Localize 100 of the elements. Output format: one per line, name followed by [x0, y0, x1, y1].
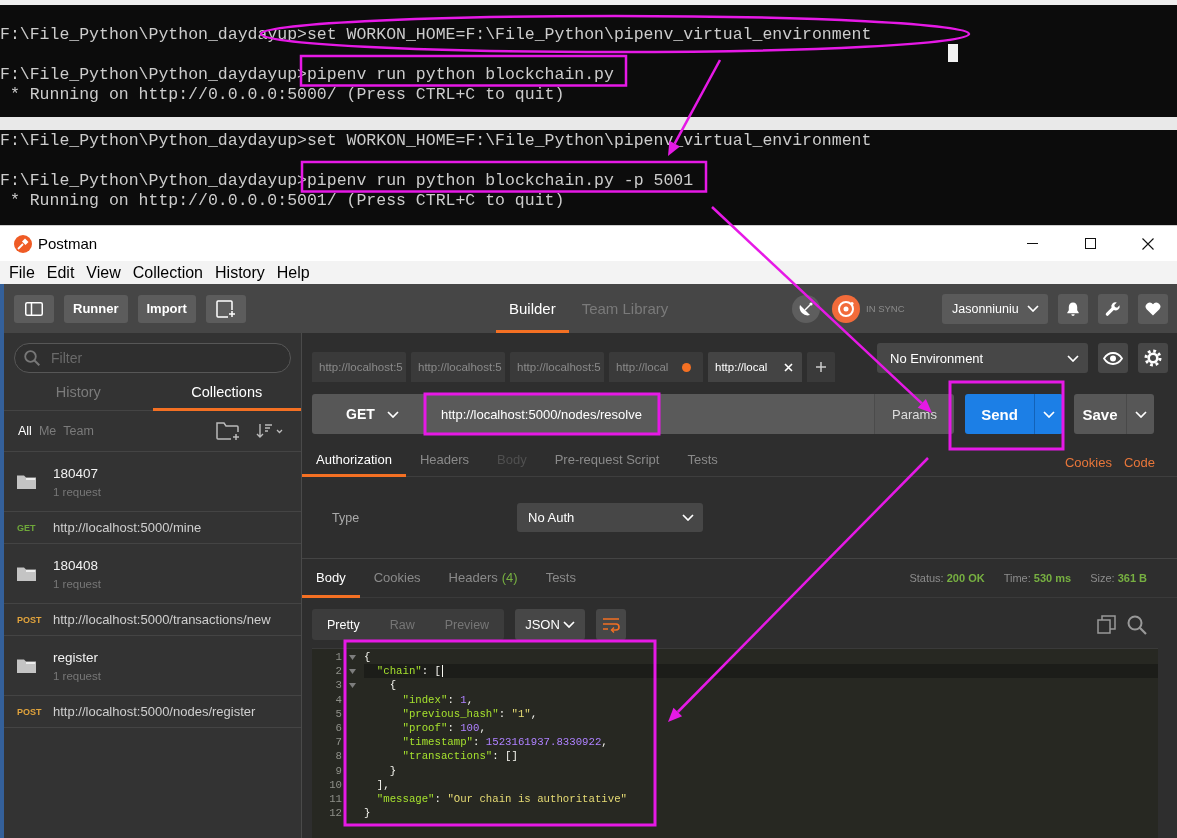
auth-type-dropdown[interactable]: No Auth	[517, 503, 703, 532]
menu-item[interactable]: View	[86, 263, 121, 282]
request-url[interactable]: http://localhost:5000/mine	[53, 520, 202, 535]
bell-button[interactable]	[1058, 293, 1088, 324]
fold-arrow-icon[interactable]	[349, 654, 356, 660]
unsaved-dot-icon	[682, 362, 691, 372]
folder-plus-icon[interactable]	[216, 421, 241, 441]
request-link[interactable]: Code	[1123, 455, 1155, 470]
search-field[interactable]: Filter	[14, 343, 291, 373]
scope-tab[interactable]: All	[18, 424, 32, 438]
ring-icon[interactable]	[832, 294, 860, 323]
chevron-icon	[1027, 305, 1039, 312]
request-url[interactable]: http://localhost:5000/transactions/new	[53, 612, 271, 627]
menu-item[interactable]: History	[215, 263, 265, 282]
sort-icon[interactable]	[256, 423, 284, 439]
response-tab[interactable]: Headers (4)	[434, 559, 532, 598]
wrap-lines-button[interactable]	[596, 609, 627, 640]
line-number: 4	[335, 692, 342, 707]
text-cursor-icon	[441, 665, 443, 678]
request-section-tab[interactable]: Headers	[405, 445, 484, 477]
copy-icon[interactable]	[1097, 615, 1116, 634]
close-icon	[1142, 237, 1154, 250]
request-link[interactable]: Cookies	[1064, 455, 1112, 470]
wrap-lines-icon	[602, 616, 621, 633]
wrench-button[interactable]	[1098, 293, 1128, 324]
code-line: "proof": 100,	[402, 720, 486, 736]
toolbar-button[interactable]: Import	[137, 294, 196, 323]
line-number: 10	[329, 777, 342, 792]
terminal-prompt: F:\File_Python\Python_daydayup>	[0, 134, 307, 148]
line-number: 7	[335, 735, 342, 750]
line-number: 8	[335, 749, 342, 764]
sidebar-toggle-button[interactable]	[14, 294, 54, 323]
environment-dropdown[interactable]: No Environment	[877, 343, 1088, 373]
send-options-button[interactable]	[1034, 394, 1063, 434]
send-button[interactable]: Send	[965, 394, 1034, 434]
heart-button[interactable]	[1138, 293, 1168, 324]
fold-arrow-icon[interactable]	[349, 682, 356, 688]
request-url[interactable]: http://localhost:5000/nodes/register	[53, 704, 256, 719]
request-section-tab[interactable]: Authorization	[302, 445, 406, 477]
menu-item[interactable]: Help	[276, 263, 310, 282]
menu-item[interactable]: Edit	[46, 263, 75, 282]
line-number: 12	[329, 806, 342, 821]
method-label: GET	[17, 522, 36, 533]
account-dropdown[interactable]: Jasonniuniu	[942, 293, 1048, 324]
menu-item[interactable]: Collection	[132, 263, 203, 282]
filter-input[interactable]: Filter	[51, 348, 276, 368]
chevron-icon	[563, 621, 576, 628]
request-tab[interactable]: http://local	[708, 352, 802, 382]
close-icon[interactable]	[784, 362, 793, 372]
line-number: 2	[335, 664, 342, 679]
menu-item[interactable]: File	[9, 263, 35, 282]
plus-icon	[816, 362, 826, 372]
sidebar-tab[interactable]: Collections	[152, 373, 301, 411]
request-section-tab[interactable]: Tests	[673, 445, 732, 477]
fold-arrow-icon[interactable]	[349, 668, 356, 674]
code-line: }	[364, 806, 371, 821]
line-number: 11	[329, 791, 342, 807]
quick-look-button[interactable]	[1098, 343, 1128, 373]
collection-name[interactable]: 180407	[53, 465, 101, 481]
save-button[interactable]: Save	[1074, 394, 1126, 434]
heart-icon	[1145, 301, 1161, 316]
code-line: "timestamp": 1523161937.8330922,	[402, 735, 608, 750]
new-tab-button[interactable]	[807, 352, 835, 382]
code-line: "index": 1,	[402, 692, 474, 707]
chevron-icon	[1134, 410, 1147, 418]
code-line: {	[389, 678, 397, 693]
save-options-button[interactable]	[1126, 394, 1154, 434]
format-dropdown[interactable]: JSON	[515, 609, 586, 640]
satellite-dish-icon[interactable]	[792, 294, 820, 323]
chevron-icon	[682, 514, 694, 521]
code-line: ],	[376, 777, 390, 792]
chevron-icon	[386, 410, 399, 418]
request-section-tab[interactable]: Pre-request Script	[540, 445, 674, 477]
code-line: {	[364, 650, 371, 665]
view-mode-tab[interactable]: Pretty	[312, 609, 375, 640]
method-label: POST	[17, 614, 42, 625]
settings-button[interactable]	[1138, 343, 1168, 373]
response-tab[interactable]: Body	[302, 559, 360, 598]
code-line: "transactions": []	[402, 749, 518, 764]
terminal-output: * Running on http://0.0.0.0:5000/ (Press CTRL+C to quit)	[9, 88, 565, 102]
wrench-icon	[1105, 300, 1121, 317]
search-icon[interactable]	[1127, 614, 1147, 635]
toolbar-button[interactable]: Runner	[64, 294, 128, 323]
method-dropdown[interactable]: GET	[312, 394, 424, 434]
response-tab[interactable]: Cookies	[359, 559, 435, 598]
auth-type-label: Type	[332, 510, 360, 525]
window-title: Postman	[38, 235, 98, 252]
terminal-output: * Running on http://0.0.0.0:5001/ (Press CTRL+C to quit)	[9, 194, 565, 208]
panel-icon	[25, 301, 43, 316]
view-tab[interactable]: Builder	[495, 284, 569, 333]
collection-name[interactable]: 180408	[53, 557, 101, 573]
collection-name[interactable]: register	[53, 649, 101, 665]
chevron-icon	[1067, 354, 1079, 362]
new-tab-button[interactable]	[205, 294, 246, 323]
line-number: 5	[335, 706, 342, 721]
sync-status-text: IN SYNC	[866, 303, 904, 314]
response-tab[interactable]: Tests	[531, 559, 590, 598]
code-line: "chain": [	[376, 664, 441, 679]
eye-icon	[1103, 351, 1123, 365]
method-label: POST	[17, 706, 42, 717]
